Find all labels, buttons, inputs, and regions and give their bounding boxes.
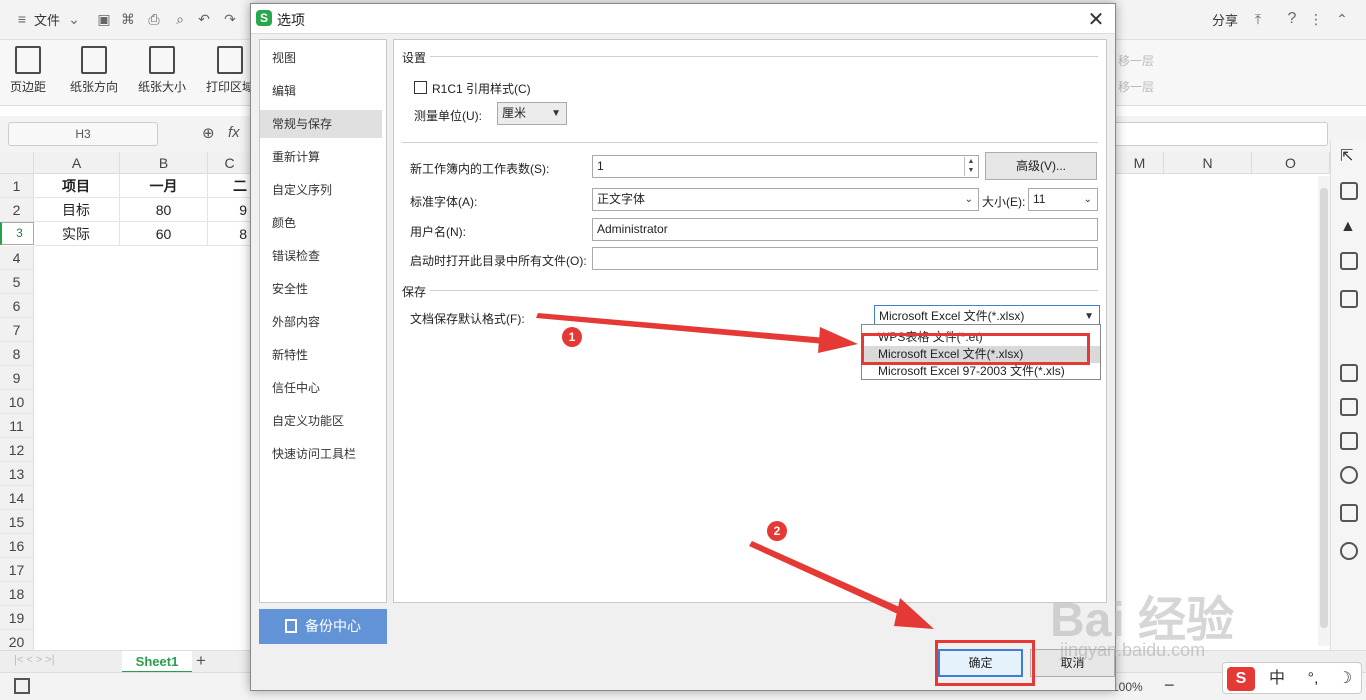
sogou-ime-icon[interactable]: S [1227, 667, 1255, 691]
arrow-1-head [818, 327, 858, 353]
moon-icon[interactable]: ☽ [1331, 667, 1359, 691]
step-badge-1: 1 [562, 327, 582, 347]
arrow-2-head [894, 598, 934, 629]
ime-punctuation-icon[interactable]: °, [1299, 667, 1327, 691]
highlight-ok-button [935, 640, 1035, 686]
ime-mode-toggle[interactable]: 中 [1263, 667, 1291, 691]
highlight-xlsx-option [861, 333, 1090, 365]
ime-toolbar: S 中 °, ☽ [1222, 662, 1362, 694]
step-badge-2: 2 [767, 521, 787, 541]
arrow-2 [749, 541, 915, 620]
watermark-url: jingyan.baidu.com [1060, 640, 1206, 660]
